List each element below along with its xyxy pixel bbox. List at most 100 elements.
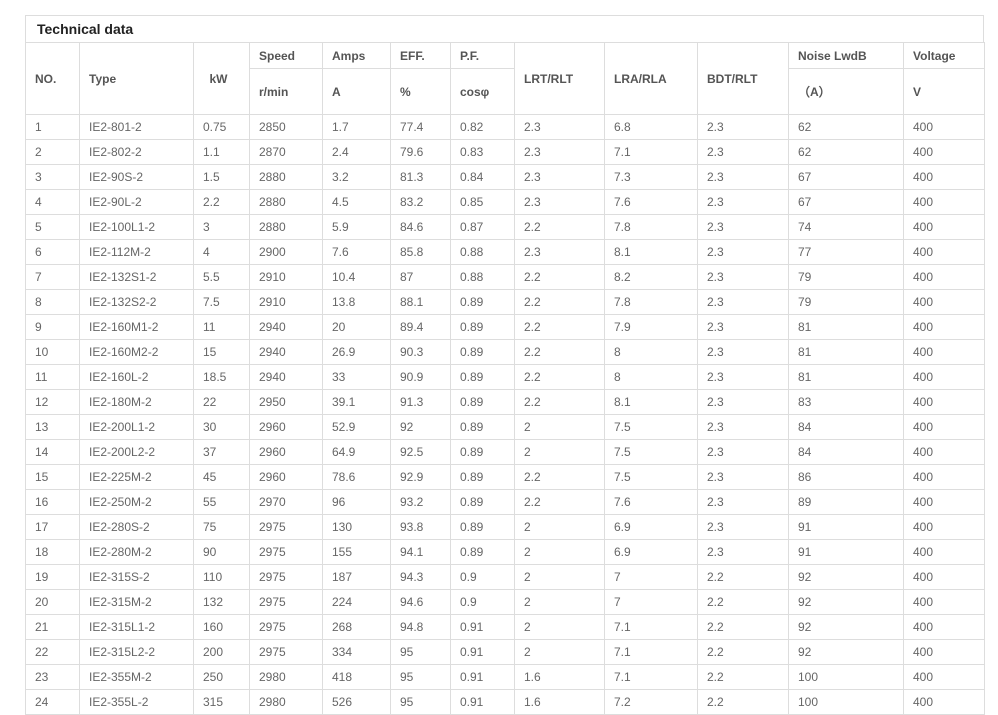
cell-voltage: 400 — [903, 464, 985, 490]
cell-lra: 7.8 — [604, 289, 698, 315]
cell-lra: 8 — [604, 339, 698, 365]
cell-kw: 4 — [193, 239, 250, 265]
cell-bdt: 2.3 — [697, 114, 789, 140]
cell-voltage: 400 — [903, 589, 985, 615]
cell-amps: 78.6 — [322, 464, 391, 490]
table-row: 18 IE2-280M-2 90 2975 155 94.1 0.89 2 6.9 2.3 91 40… — [25, 539, 985, 565]
cell-bdt: 2.3 — [697, 489, 789, 515]
cell-no: 9 — [25, 314, 80, 340]
table-row: 17 IE2-280S-2 75 2975 130 93.8 0.89 2 6.9 2.3 91 40… — [25, 514, 985, 540]
cell-voltage: 400 — [903, 439, 985, 465]
table-row: 15 IE2-225M-2 45 2960 78.6 92.9 0.89 2.2 7.5 2.3 8… — [25, 464, 985, 490]
cell-kw: 5.5 — [193, 264, 250, 290]
cell-eff: 95 — [390, 664, 451, 690]
cell-lrt: 2.3 — [514, 139, 605, 165]
cell-voltage: 400 — [903, 564, 985, 590]
cell-speed: 2980 — [249, 689, 323, 715]
header-lra: LRA/RLA — [604, 42, 698, 115]
cell-pf: 0.85 — [450, 189, 515, 215]
cell-kw: 22 — [193, 389, 250, 415]
cell-bdt: 2.2 — [697, 639, 789, 665]
cell-lra: 6.9 — [604, 514, 698, 540]
cell-eff: 94.8 — [390, 614, 451, 640]
technical-data-table: NO. Type kW Speed Amps EFF. P.F. LRT/RLT… — [25, 42, 985, 715]
cell-lrt: 2.2 — [514, 464, 605, 490]
cell-lrt: 1.6 — [514, 664, 605, 690]
table-row: 9 IE2-160M1-2 11 2940 20 89.4 0.89 2.2 7.9 2.3 81 4… — [25, 314, 985, 340]
cell-lrt: 2.2 — [514, 339, 605, 365]
cell-lra: 7.8 — [604, 214, 698, 240]
cell-voltage: 400 — [903, 139, 985, 165]
cell-kw: 110 — [193, 564, 250, 590]
cell-noise: 91 — [788, 539, 904, 565]
cell-type: IE2-250M-2 — [79, 489, 194, 515]
table-row: 12 IE2-180M-2 22 2950 39.1 91.3 0.89 2.2 8.1 2.3 8… — [25, 389, 985, 415]
cell-noise: 100 — [788, 689, 904, 715]
header-lrt: LRT/RLT — [514, 42, 605, 115]
cell-kw: 315 — [193, 689, 250, 715]
cell-amps: 5.9 — [322, 214, 391, 240]
cell-lra: 7.6 — [604, 189, 698, 215]
cell-pf: 0.9 — [450, 589, 515, 615]
cell-amps: 155 — [322, 539, 391, 565]
cell-kw: 3 — [193, 214, 250, 240]
cell-eff: 84.6 — [390, 214, 451, 240]
cell-noise: 77 — [788, 239, 904, 265]
cell-kw: 160 — [193, 614, 250, 640]
cell-eff: 89.4 — [390, 314, 451, 340]
cell-lrt: 2 — [514, 414, 605, 440]
cell-no: 10 — [25, 339, 80, 365]
cell-lra: 8.1 — [604, 389, 698, 415]
table-row: 22 IE2-315L2-2 200 2975 334 95 0.91 2 7.1 2.2 92 40… — [25, 639, 985, 665]
cell-eff: 92 — [390, 414, 451, 440]
cell-noise: 62 — [788, 114, 904, 140]
cell-noise: 74 — [788, 214, 904, 240]
cell-voltage: 400 — [903, 264, 985, 290]
technical-data-panel: Technical data NO. Type kW Speed Amps EF… — [25, 15, 985, 715]
cell-voltage: 400 — [903, 114, 985, 140]
cell-kw: 2.2 — [193, 189, 250, 215]
cell-no: 5 — [25, 214, 80, 240]
cell-pf: 0.87 — [450, 214, 515, 240]
cell-lra: 7.1 — [604, 664, 698, 690]
cell-noise: 91 — [788, 514, 904, 540]
cell-voltage: 400 — [903, 664, 985, 690]
cell-voltage: 400 — [903, 239, 985, 265]
cell-lrt: 2.2 — [514, 489, 605, 515]
cell-type: IE2-112M-2 — [79, 239, 194, 265]
cell-lra: 7.1 — [604, 639, 698, 665]
cell-amps: 2.4 — [322, 139, 391, 165]
cell-lra: 7.5 — [604, 439, 698, 465]
cell-amps: 33 — [322, 364, 391, 390]
cell-lrt: 2.2 — [514, 264, 605, 290]
cell-bdt: 2.2 — [697, 564, 789, 590]
cell-lra: 7.5 — [604, 464, 698, 490]
cell-eff: 83.2 — [390, 189, 451, 215]
cell-eff: 94.3 — [390, 564, 451, 590]
cell-eff: 85.8 — [390, 239, 451, 265]
cell-noise: 92 — [788, 589, 904, 615]
cell-amps: 268 — [322, 614, 391, 640]
cell-type: IE2-160M2-2 — [79, 339, 194, 365]
cell-speed: 2975 — [249, 514, 323, 540]
cell-voltage: 400 — [903, 189, 985, 215]
header-pf: P.F. — [450, 42, 515, 69]
cell-type: IE2-132S1-2 — [79, 264, 194, 290]
cell-no: 8 — [25, 289, 80, 315]
table-row: 2 IE2-802-2 1.1 2870 2.4 79.6 0.83 2.3 7.1 2.3 62 4… — [25, 139, 985, 165]
header-speed-unit: r/min — [249, 68, 323, 115]
cell-bdt: 2.3 — [697, 339, 789, 365]
cell-lrt: 2.2 — [514, 289, 605, 315]
cell-speed: 2975 — [249, 539, 323, 565]
table-row: 14 IE2-200L2-2 37 2960 64.9 92.5 0.89 2 7.5 2.3 84… — [25, 439, 985, 465]
cell-no: 7 — [25, 264, 80, 290]
cell-bdt: 2.3 — [697, 289, 789, 315]
cell-noise: 86 — [788, 464, 904, 490]
table-body: 1 IE2-801-2 0.75 2850 1.7 77.4 0.82 2.3 6.8 2.3 62… — [25, 114, 985, 715]
cell-speed: 2880 — [249, 189, 323, 215]
cell-no: 3 — [25, 164, 80, 190]
cell-kw: 1.5 — [193, 164, 250, 190]
cell-bdt: 2.3 — [697, 389, 789, 415]
cell-noise: 67 — [788, 164, 904, 190]
cell-lrt: 2.2 — [514, 214, 605, 240]
